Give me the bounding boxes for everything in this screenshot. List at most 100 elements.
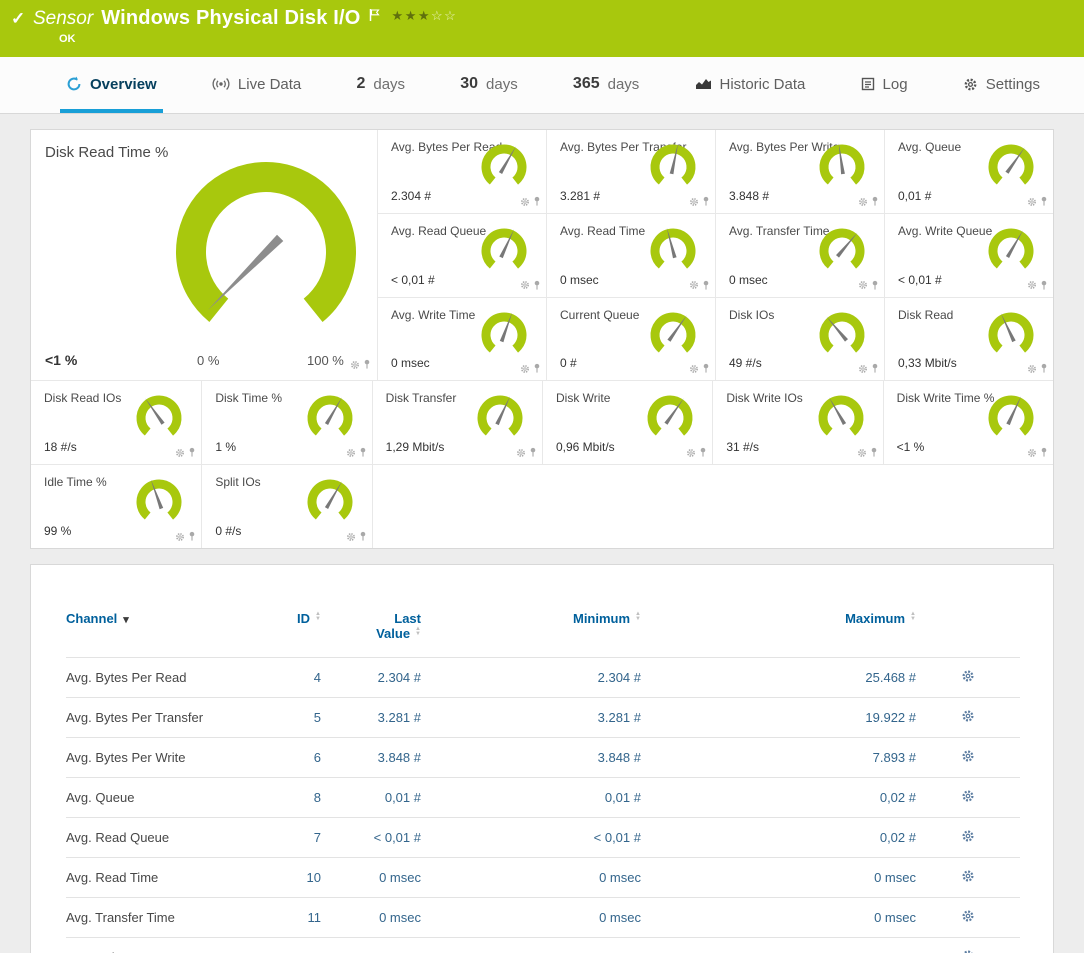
overview-icon xyxy=(66,76,82,92)
tab-live-data[interactable]: Live Data xyxy=(206,57,307,113)
gauge-pin-icon[interactable] xyxy=(702,196,710,207)
sort-icon[interactable]: ▲▼ xyxy=(415,627,421,637)
col-header-id[interactable]: ID▲▼ xyxy=(261,611,321,658)
gauge-settings-icon[interactable] xyxy=(857,448,867,458)
gauge-dial xyxy=(815,392,867,449)
table-row-avg-read-time: Avg. Read Time100 msec0 msec0 msec xyxy=(66,858,1020,898)
channel-table: Channel▾ ID▲▼ Last Value▲▼ Minimum▲▼ Max… xyxy=(66,611,1020,953)
gauge-dial xyxy=(647,309,699,366)
gauge-pin-icon[interactable] xyxy=(702,280,710,291)
col-header-channel[interactable]: Channel▾ xyxy=(66,611,261,658)
channel-settings-gear-icon[interactable] xyxy=(961,869,975,883)
channel-settings-gear-icon[interactable] xyxy=(961,949,975,953)
sort-icon[interactable]: ▲▼ xyxy=(635,612,641,622)
channel-settings-gear-icon[interactable] xyxy=(961,789,975,803)
gauge-settings-icon[interactable] xyxy=(686,448,696,458)
gauge-pin-icon[interactable] xyxy=(702,363,710,374)
tab-30-days[interactable]: 30 days xyxy=(454,57,523,113)
gauge-dial xyxy=(644,392,696,449)
gauge-settings-icon[interactable] xyxy=(516,448,526,458)
priority-star-5-empty[interactable]: ☆ xyxy=(444,8,457,23)
gauge-dial xyxy=(474,392,526,449)
tab-settings[interactable]: Settings xyxy=(957,57,1046,113)
gauge-settings-icon[interactable] xyxy=(689,364,699,374)
status-ok-check-icon: ✓ xyxy=(11,9,25,29)
channel-maximum: 7.893 # xyxy=(641,738,916,778)
gauge-pin-icon[interactable] xyxy=(363,359,371,370)
gauge-pin-icon[interactable] xyxy=(529,447,537,458)
tab-log[interactable]: Log xyxy=(855,57,914,113)
priority-star-2-filled[interactable]: ★ xyxy=(405,8,418,23)
tab-2-days[interactable]: 2 days xyxy=(350,57,411,113)
gauge-settings-icon[interactable] xyxy=(858,364,868,374)
priority-star-1-filled[interactable]: ★ xyxy=(392,8,405,23)
col-header-last-value[interactable]: Last Value▲▼ xyxy=(321,611,421,658)
gauge-settings-icon[interactable] xyxy=(175,532,185,542)
tab-overview[interactable]: Overview xyxy=(60,57,163,113)
channel-settings-gear-icon[interactable] xyxy=(961,669,975,683)
tab-365-days[interactable]: 365 days xyxy=(567,57,645,113)
gauge-pin-icon[interactable] xyxy=(1040,363,1048,374)
gauge-pin-icon[interactable] xyxy=(1040,196,1048,207)
gauge-settings-icon[interactable] xyxy=(346,448,356,458)
tab-historic-data[interactable]: Historic Data xyxy=(689,57,812,113)
col-header-label: Channel xyxy=(66,611,117,626)
gauge-cell-avg-bytes-per-write: Avg. Bytes Per Write3.848 # xyxy=(715,130,884,213)
channel-id: 8 xyxy=(261,778,321,818)
table-row-avg-write-queue: Avg. Write Queue9< 0,01 #< 0,01 #< 0,01 … xyxy=(66,938,1020,953)
channel-settings-gear-icon[interactable] xyxy=(961,829,975,843)
flag-icon[interactable] xyxy=(369,8,380,27)
gauge-settings-icon[interactable] xyxy=(520,197,530,207)
gauge-settings-icon[interactable] xyxy=(175,448,185,458)
channel-name: Avg. Bytes Per Write xyxy=(66,738,261,778)
gauge-settings-icon[interactable] xyxy=(1027,448,1037,458)
gauge-settings-icon[interactable] xyxy=(1027,364,1037,374)
gauge-settings-icon[interactable] xyxy=(858,197,868,207)
gauge-settings-icon[interactable] xyxy=(520,364,530,374)
gauge-settings-icon[interactable] xyxy=(350,360,360,370)
tab-label-number: 30 xyxy=(460,75,478,93)
sort-icon[interactable]: ▲▼ xyxy=(315,612,321,622)
gauge-pin-icon[interactable] xyxy=(1040,447,1048,458)
gauge-value: 18 #/s xyxy=(44,440,77,454)
table-row-avg-transfer-time: Avg. Transfer Time110 msec0 msec0 msec xyxy=(66,898,1020,938)
priority-star-4-empty[interactable]: ☆ xyxy=(431,8,444,23)
channel-id: 10 xyxy=(261,858,321,898)
gauge-settings-icon[interactable] xyxy=(689,280,699,290)
channel-last-value: 0,01 # xyxy=(321,778,421,818)
gauge-pin-icon[interactable] xyxy=(359,447,367,458)
gauge-pin-icon[interactable] xyxy=(533,280,541,291)
col-header-minimum[interactable]: Minimum▲▼ xyxy=(421,611,641,658)
gauge-pin-icon[interactable] xyxy=(1040,280,1048,291)
gauge-settings-icon[interactable] xyxy=(520,280,530,290)
priority-star-3-filled[interactable]: ★ xyxy=(418,8,431,23)
channel-settings-gear-icon[interactable] xyxy=(961,749,975,763)
gauge-pin-icon[interactable] xyxy=(533,363,541,374)
gauge-pin-icon[interactable] xyxy=(871,280,879,291)
gauge-pin-icon[interactable] xyxy=(188,447,196,458)
channel-settings-gear-icon[interactable] xyxy=(961,709,975,723)
gauge-pin-icon[interactable] xyxy=(359,531,367,542)
channel-settings-gear-icon[interactable] xyxy=(961,909,975,923)
col-header-maximum[interactable]: Maximum▲▼ xyxy=(641,611,916,658)
gauge-pin-icon[interactable] xyxy=(870,447,878,458)
gauge-settings-icon[interactable] xyxy=(689,197,699,207)
channel-last-value: 0 msec xyxy=(321,858,421,898)
gauge-settings-icon[interactable] xyxy=(1027,197,1037,207)
gauge-dial xyxy=(478,309,530,366)
channel-last-value: 3.848 # xyxy=(321,738,421,778)
gauge-cell-avg-bytes-per-transfer: Avg. Bytes Per Transfer3.281 # xyxy=(546,130,715,213)
table-row-avg-queue: Avg. Queue80,01 #0,01 #0,02 # xyxy=(66,778,1020,818)
gauge-value: 0,96 Mbit/s xyxy=(556,440,615,454)
gauge-max-label: 100 % xyxy=(307,353,344,368)
gauge-pin-icon[interactable] xyxy=(871,196,879,207)
gauge-pin-icon[interactable] xyxy=(871,363,879,374)
gauge-value: 49 #/s xyxy=(729,356,762,370)
sort-icon[interactable]: ▲▼ xyxy=(910,612,916,622)
gauge-pin-icon[interactable] xyxy=(188,531,196,542)
gauge-pin-icon[interactable] xyxy=(533,196,541,207)
gauge-pin-icon[interactable] xyxy=(699,447,707,458)
gauge-settings-icon[interactable] xyxy=(1027,280,1037,290)
gauge-settings-icon[interactable] xyxy=(858,280,868,290)
gauge-settings-icon[interactable] xyxy=(346,532,356,542)
